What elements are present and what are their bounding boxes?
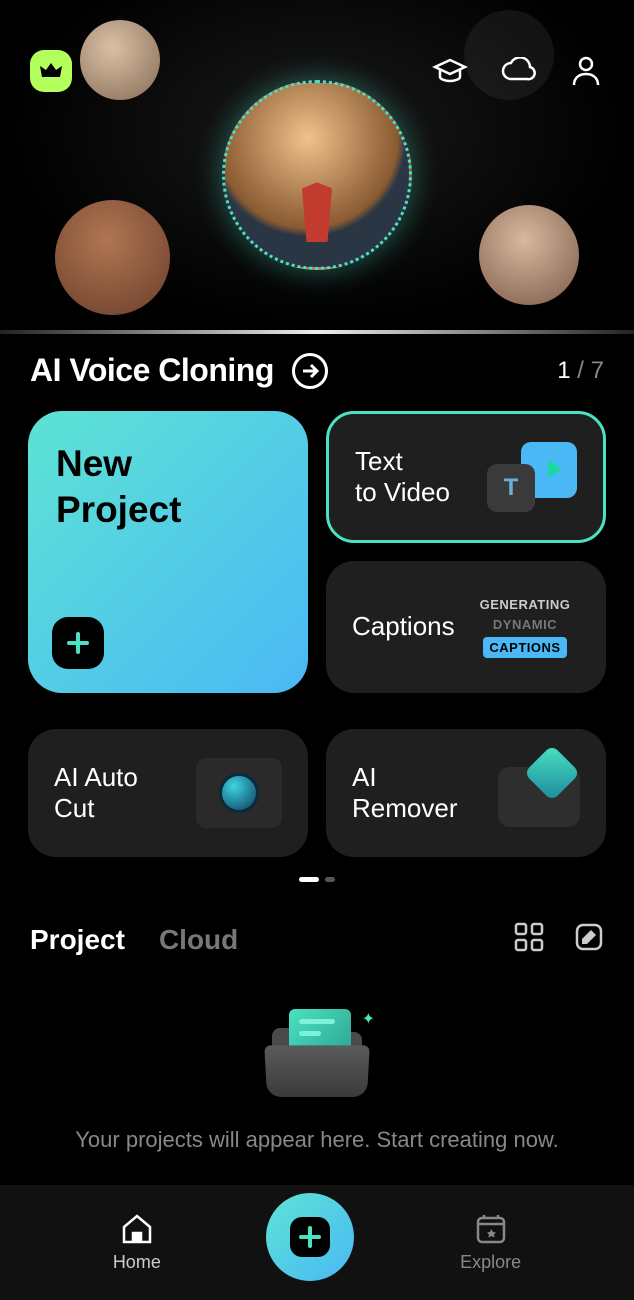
plus-icon [52,617,104,669]
text-to-video-icon: T [487,442,577,512]
avatar-preset-3[interactable] [479,205,579,305]
bottom-nav: Home Explore [0,1185,634,1300]
avatar-preset-2[interactable] [55,200,170,315]
graduation-cap-icon [432,57,468,85]
page-indicator: 1 / 7 [557,357,604,385]
explore-icon [474,1212,508,1246]
ai-auto-cut-card[interactable]: AI AutoCut [28,729,308,857]
tab-project[interactable]: Project [30,924,125,956]
edit-icon [574,922,604,952]
text-to-video-label: Textto Video [355,446,450,508]
empty-state-text: Your projects will appear here. Start cr… [75,1127,558,1153]
new-project-card[interactable]: NewProject [28,411,308,693]
profile-button[interactable] [568,53,604,89]
ai-remover-label: AIRemover [352,762,457,824]
ai-auto-cut-label: AI AutoCut [54,762,138,824]
grid-icon [514,922,544,952]
cloud-button[interactable] [500,53,536,89]
new-project-label: NewProject [56,441,280,534]
dot [325,877,335,882]
captions-card[interactable]: Captions GENERATING DYNAMIC CAPTIONS [326,561,606,693]
projects-header: Project Cloud [0,892,634,967]
hero-section [0,0,634,330]
nav-explore-label: Explore [460,1252,521,1273]
nav-create-button[interactable] [266,1193,354,1281]
folder-icon: ✦ [267,1007,367,1097]
captions-icon: GENERATING DYNAMIC CAPTIONS [470,597,580,658]
ai-auto-cut-icon [196,758,282,828]
captions-label: Captions [352,611,455,642]
feature-title: AI Voice Cloning [30,352,274,389]
text-to-video-card[interactable]: Textto Video T [326,411,606,543]
feature-header: AI Voice Cloning 1 / 7 [0,334,634,401]
tab-cloud[interactable]: Cloud [159,924,238,956]
tool-cards: NewProject Textto Video T Captions GENER… [0,401,634,892]
plus-icon [290,1217,330,1257]
nav-home[interactable]: Home [113,1212,161,1273]
avatar-preset-center[interactable] [222,80,412,270]
premium-badge[interactable] [30,50,72,92]
nav-explore[interactable]: Explore [460,1212,521,1273]
cloud-icon [500,57,536,85]
person-icon [571,55,601,87]
empty-projects: ✦ Your projects will appear here. Start … [0,967,634,1153]
home-icon [120,1212,154,1246]
arrow-right-icon [292,353,328,389]
nav-home-label: Home [113,1252,161,1273]
eraser-icon [498,759,580,827]
dot-active [299,877,319,882]
grid-view-button[interactable] [514,922,544,957]
ai-remover-card[interactable]: AIRemover [326,729,606,857]
feature-title-link[interactable]: AI Voice Cloning [30,352,328,389]
crown-icon [40,63,62,79]
edit-button[interactable] [574,922,604,957]
carousel-dots [28,877,606,882]
tutorials-button[interactable] [432,53,468,89]
